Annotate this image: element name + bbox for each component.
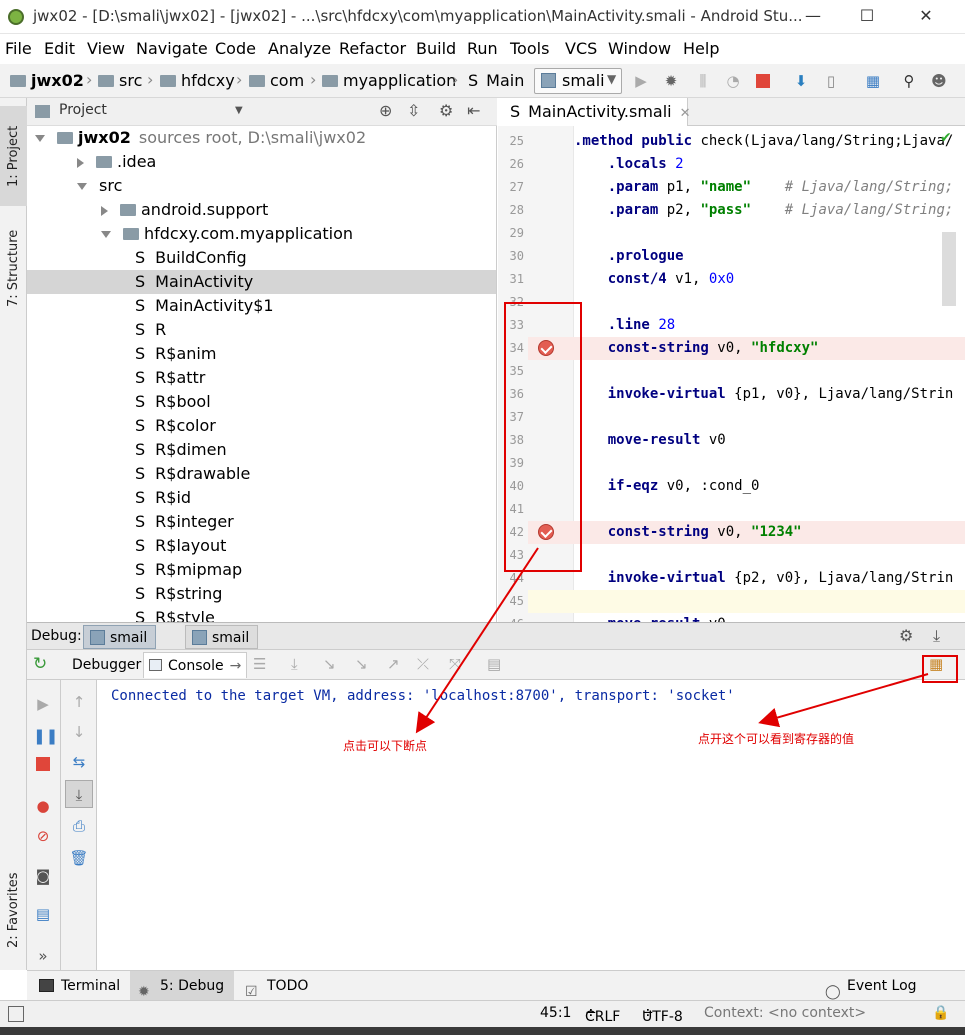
annotation-arrow-registers: [758, 673, 929, 728]
breakpoint-annotation: 点击可以下断点: [343, 739, 428, 753]
annotation-arrows: [415, 547, 929, 734]
annotation-arrow-breakpoint: [415, 547, 539, 734]
registers-annotation: 点开这个可以看到寄存器的值: [698, 732, 855, 746]
